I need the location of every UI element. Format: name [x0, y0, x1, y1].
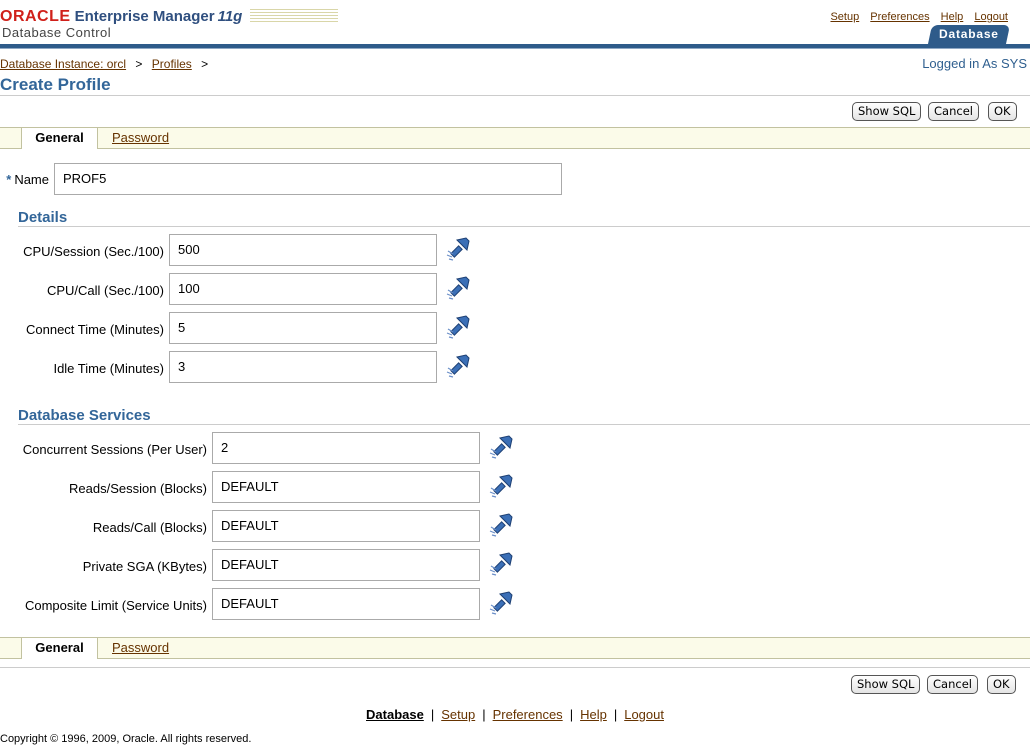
private-sga-label: Private SGA (KBytes)	[82, 559, 207, 574]
oracle-logo: ORACLE Enterprise Manager 11g	[0, 8, 339, 26]
footer-link-database[interactable]: Database	[366, 707, 424, 722]
details-section-divider	[18, 226, 1030, 227]
database-services-section-title: Database Services	[18, 407, 151, 424]
brand-stripes	[250, 9, 339, 22]
flashlight-search-icon[interactable]	[444, 354, 470, 380]
product-name: Enterprise Manager	[74, 8, 215, 25]
private-sga-field[interactable]: DEFAULT	[212, 549, 480, 581]
breadcrumb: Database Instance: orcl > Profiles >	[0, 57, 214, 71]
flashlight-search-icon[interactable]	[444, 276, 470, 302]
name-label-text: Name	[14, 172, 49, 187]
reads-call-label: Reads/Call (Blocks)	[92, 520, 207, 535]
global-links: Setup Preferences Help Logout	[822, 11, 1008, 23]
flashlight-search-icon[interactable]	[487, 513, 513, 539]
idle-time-field[interactable]: 3	[169, 351, 437, 383]
required-icon: *	[6, 172, 12, 187]
header-bar-shadow	[0, 48, 1030, 49]
tab-general-bottom[interactable]: General	[21, 638, 98, 659]
cpu-call-field[interactable]: 100	[169, 273, 437, 305]
footer-links: Database | Setup | Preferences | Help | Logout	[0, 707, 1030, 722]
tab-general[interactable]: General	[21, 128, 98, 149]
reads-session-label: Reads/Session (Blocks)	[69, 481, 207, 496]
idle-time-label: Idle Time (Minutes)	[53, 361, 164, 376]
reads-session-field[interactable]: DEFAULT	[212, 471, 480, 503]
product-version: 11g	[217, 8, 243, 25]
show-sql-button[interactable]: Show SQL	[852, 102, 922, 121]
connect-time-field[interactable]: 5	[169, 312, 437, 344]
flashlight-search-icon[interactable]	[444, 315, 470, 341]
breadcrumb-profiles[interactable]: Profiles	[152, 57, 192, 71]
breadcrumb-database-instance[interactable]: Database Instance: orcl	[0, 57, 126, 71]
footer-link-setup[interactable]: Setup	[441, 707, 475, 722]
concurrent-sessions-label: Concurrent Sessions (Per User)	[22, 442, 207, 457]
ok-button-bottom[interactable]: OK	[987, 675, 1016, 694]
reads-call-field[interactable]: DEFAULT	[212, 510, 480, 542]
connect-time-label: Connect Time (Minutes)	[26, 322, 164, 337]
tab-database[interactable]: Database	[927, 25, 1011, 44]
footer-separator: |	[482, 707, 486, 722]
footer-link-help[interactable]: Help	[580, 707, 607, 722]
composite-limit-label: Composite Limit (Service Units)	[24, 598, 207, 613]
cpu-call-label: CPU/Call (Sec./100)	[46, 283, 164, 298]
footer-separator: |	[569, 707, 574, 722]
title-divider	[0, 95, 1030, 96]
ok-button[interactable]: OK	[988, 102, 1017, 121]
show-sql-button-bottom[interactable]: Show SQL	[851, 675, 921, 694]
cancel-button-bottom[interactable]: Cancel	[927, 675, 978, 694]
page-title: Create Profile	[0, 75, 111, 94]
global-link-logout[interactable]: Logout	[974, 11, 1008, 23]
subtab-bar-bottom: General Password	[0, 637, 1030, 659]
global-link-help[interactable]: Help	[941, 11, 964, 23]
footer-separator: |	[613, 707, 618, 722]
flashlight-search-icon[interactable]	[487, 435, 513, 461]
tab-password[interactable]: Password	[112, 129, 169, 147]
flashlight-search-icon[interactable]	[487, 474, 513, 500]
oracle-wordmark: ORACLE	[0, 8, 71, 25]
cpu-session-label: CPU/Session (Sec./100)	[23, 244, 164, 259]
name-label: * Name	[0, 172, 49, 187]
footer-link-logout[interactable]: Logout	[624, 707, 664, 722]
concurrent-sessions-field[interactable]: 2	[212, 432, 480, 464]
flashlight-search-icon[interactable]	[487, 591, 513, 617]
brand-subtitle: Database Control	[2, 25, 112, 40]
name-field[interactable]: PROF5	[54, 163, 562, 195]
tab-password-bottom[interactable]: Password	[112, 639, 169, 657]
footer-separator: |	[430, 707, 435, 722]
subtab-bar: General Password	[0, 127, 1030, 149]
breadcrumb-separator: >	[135, 57, 143, 71]
database-services-section-divider	[18, 424, 1030, 425]
breadcrumb-separator: >	[201, 57, 209, 71]
footer-link-preferences[interactable]: Preferences	[493, 707, 563, 722]
global-link-setup[interactable]: Setup	[830, 11, 859, 23]
global-link-preferences[interactable]: Preferences	[870, 11, 929, 23]
bottom-divider	[0, 667, 1030, 668]
composite-limit-field[interactable]: DEFAULT	[212, 588, 480, 620]
cancel-button[interactable]: Cancel	[928, 102, 979, 121]
copyright: Copyright © 1996, 2009, Oracle. All righ…	[0, 733, 252, 745]
flashlight-search-icon[interactable]	[487, 552, 513, 578]
cpu-session-field[interactable]: 500	[169, 234, 437, 266]
tab-database-label: Database	[939, 27, 999, 41]
logged-in-status: Logged in As SYS	[922, 56, 1027, 71]
details-section-title: Details	[18, 209, 68, 226]
flashlight-search-icon[interactable]	[444, 237, 470, 263]
